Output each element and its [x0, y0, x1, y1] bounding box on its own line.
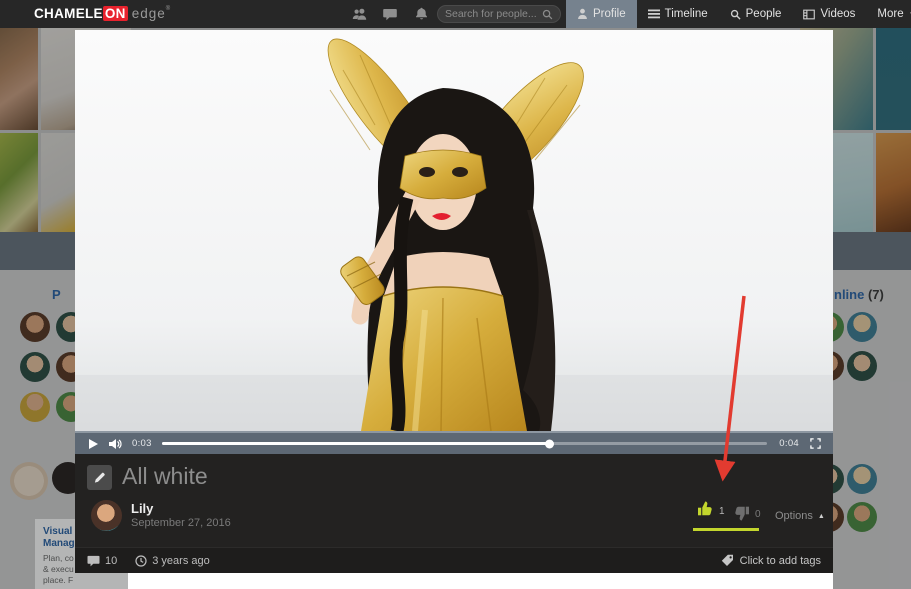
- video-details-panel: All white Lily September 27, 2016 1 0 Op…: [75, 454, 833, 547]
- thumbs-up-icon[interactable]: [697, 501, 714, 516]
- options-button[interactable]: Options ▲: [775, 510, 825, 522]
- play-button[interactable]: [85, 436, 101, 452]
- logo-text-accent: ON: [103, 6, 128, 21]
- like-active-underline: [693, 528, 759, 531]
- friends-icon[interactable]: [351, 6, 367, 22]
- timeline-icon: [648, 9, 660, 19]
- registered-mark: ®: [166, 6, 171, 12]
- video-controls: 0:03 0:04: [75, 431, 833, 454]
- pencil-icon: [93, 471, 106, 484]
- volume-icon[interactable]: [107, 436, 123, 452]
- chevron-icon: ▲: [818, 513, 825, 520]
- videos-icon: [803, 9, 815, 20]
- current-time: 0:03: [132, 438, 152, 449]
- video-player[interactable]: [75, 30, 833, 431]
- add-tags-button[interactable]: Click to add tags: [721, 554, 821, 567]
- posted-ago-stat: 3 years ago: [135, 555, 209, 567]
- clock-icon: [135, 555, 147, 567]
- tab-videos[interactable]: Videos: [792, 0, 866, 28]
- seek-bar-fill: [162, 442, 550, 445]
- tab-profile[interactable]: Profile: [566, 0, 637, 28]
- video-title: All white: [122, 463, 208, 490]
- main-nav: Profile Timeline People Videos More ▼: [566, 0, 911, 28]
- thumbs-down-icon[interactable]: [733, 506, 750, 521]
- post-date: September 27, 2016: [131, 517, 231, 529]
- fullscreen-icon[interactable]: [807, 436, 823, 452]
- author-name[interactable]: Lily: [131, 501, 153, 516]
- page: P nline (7) Visual Manage Plan, co & exe…: [0, 0, 911, 589]
- duration: 0:04: [779, 438, 799, 449]
- people-search-icon: [730, 9, 741, 20]
- video-frame: [75, 30, 833, 431]
- notifications-icon[interactable]: [413, 6, 429, 22]
- edit-title-button[interactable]: [87, 465, 112, 490]
- author-avatar[interactable]: [91, 500, 122, 531]
- seek-handle[interactable]: [545, 439, 554, 448]
- top-navbar: CHAMELEON edge® Profile: [0, 0, 911, 28]
- comments-stat: 10: [87, 555, 117, 567]
- video-meta-bar: 10 3 years ago Click to add tags: [75, 547, 833, 573]
- search-icon[interactable]: [542, 9, 553, 20]
- search-box[interactable]: [437, 5, 561, 23]
- tab-more[interactable]: More ▼: [866, 0, 911, 28]
- logo-text-light: edge: [132, 6, 166, 21]
- site-logo[interactable]: CHAMELEON edge®: [34, 6, 171, 21]
- comment-icon: [87, 555, 100, 567]
- tag-icon: [721, 554, 734, 567]
- dislike-count: 0: [755, 509, 761, 520]
- messages-icon[interactable]: [382, 6, 398, 22]
- reactions-group: 1 0: [693, 498, 765, 530]
- comments-area-edge: [128, 573, 833, 589]
- tab-timeline[interactable]: Timeline: [637, 0, 719, 28]
- logo-text-bold: CHAMELE: [34, 6, 103, 21]
- search-input[interactable]: [445, 8, 542, 20]
- tab-people[interactable]: People: [719, 0, 793, 28]
- seek-bar[interactable]: [162, 442, 768, 445]
- video-lightbox: 0:03 0:04 All white Lily September 27, 2…: [75, 30, 833, 573]
- like-count: 1: [719, 506, 725, 517]
- profile-icon: [577, 8, 588, 20]
